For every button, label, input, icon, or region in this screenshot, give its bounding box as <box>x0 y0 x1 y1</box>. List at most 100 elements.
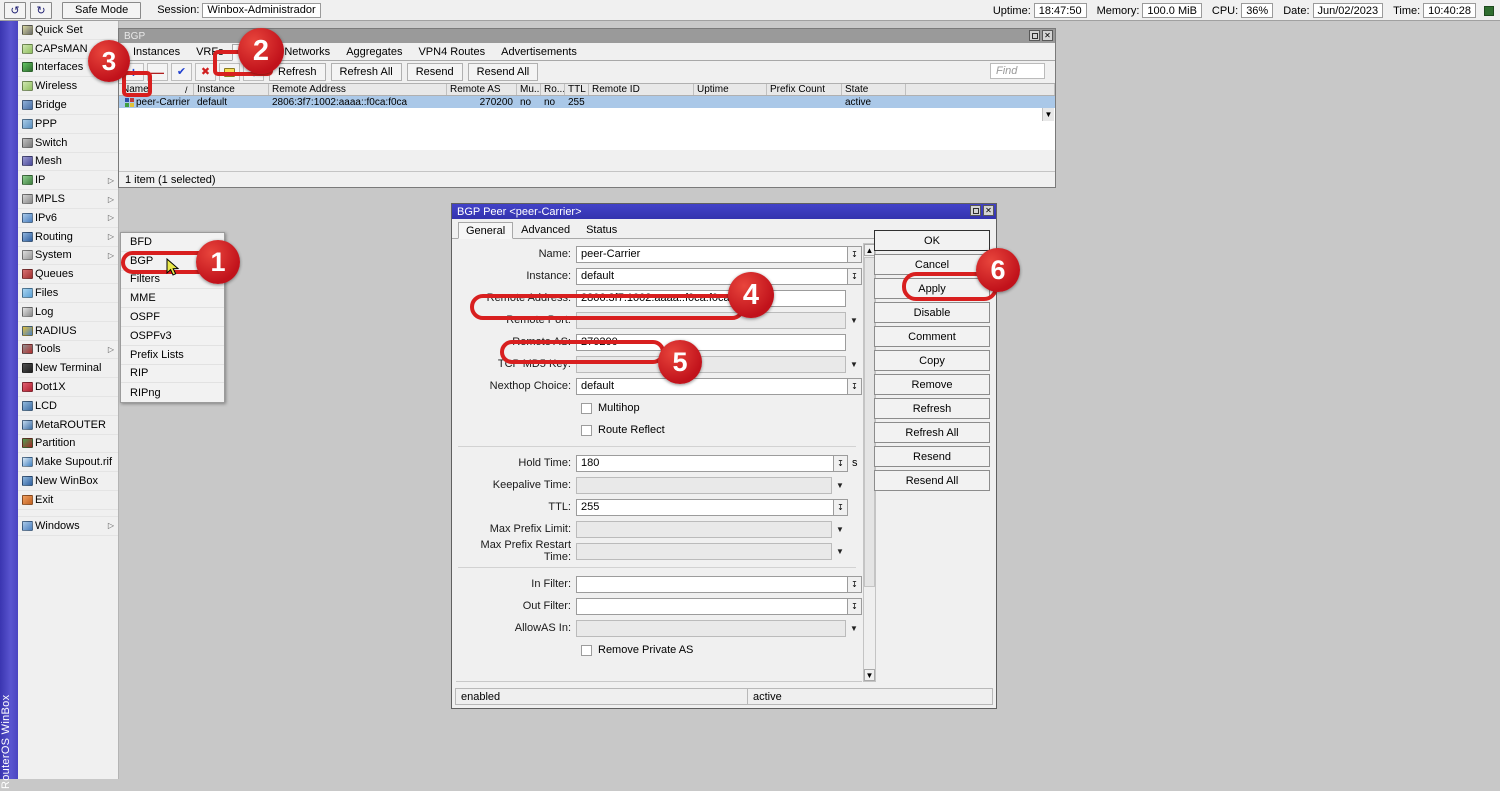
field-input-ttl[interactable]: 255 <box>576 499 834 516</box>
sidebar-item-windows[interactable]: Windows▷ <box>18 517 118 536</box>
peer-tab-status[interactable]: Status <box>578 221 625 238</box>
sidebar-item-mesh[interactable]: Mesh <box>18 153 118 172</box>
sidebar-item-dot1x[interactable]: Dot1X <box>18 378 118 397</box>
sidebar-item-exit[interactable]: Exit <box>18 491 118 510</box>
routing-submenu-item-mme[interactable]: MME <box>121 289 224 308</box>
refresh-all-button[interactable]: Refresh All <box>331 63 402 81</box>
redo-icon[interactable]: ↻ <box>30 2 52 19</box>
close-icon[interactable]: ✕ <box>1042 30 1053 41</box>
maximize-icon[interactable] <box>1029 30 1040 41</box>
sidebar-item-routing[interactable]: Routing▷ <box>18 228 118 247</box>
remove-button[interactable]: — <box>147 63 168 81</box>
checkbox-multihop[interactable] <box>581 403 592 414</box>
chevron-down-icon[interactable]: ▼ <box>832 543 848 560</box>
sidebar-item-lcd[interactable]: LCD <box>18 397 118 416</box>
spinner-icon[interactable]: ↧ <box>848 378 862 395</box>
field-input-allowas-in[interactable] <box>576 620 846 637</box>
peer-tab-advanced[interactable]: Advanced <box>513 221 578 238</box>
resend-all-button[interactable]: Resend All <box>468 63 539 81</box>
dialog-maximize-icon[interactable] <box>970 205 981 216</box>
field-input-instance[interactable]: default <box>576 268 848 285</box>
resend-all-button[interactable]: Resend All <box>874 470 990 491</box>
sidebar-item-tools[interactable]: Tools▷ <box>18 341 118 360</box>
column-chooser-icon[interactable]: ▼ <box>1042 108 1054 121</box>
column-header-prefix-count[interactable]: Prefix Count <box>767 84 842 95</box>
routing-submenu-item-prefix-lists[interactable]: Prefix Lists <box>121 346 224 365</box>
column-header-remote-as[interactable]: Remote AS <box>447 84 517 95</box>
spinner-icon[interactable]: ↧ <box>834 455 848 472</box>
checkbox-remove-private-as[interactable] <box>581 645 592 656</box>
routing-submenu-item-ripng[interactable]: RIPng <box>121 383 224 402</box>
field-input-keepalive-time[interactable] <box>576 477 832 494</box>
apply-button[interactable]: Apply <box>874 278 990 299</box>
column-header-ttl[interactable]: TTL <box>565 84 589 95</box>
table-row[interactable]: peer-Carrierdefault2806:3f7:1002:aaaa::f… <box>119 96 1055 108</box>
field-input-hold-time[interactable]: 180 <box>576 455 834 472</box>
spinner-icon[interactable]: ↧ <box>848 598 862 615</box>
column-header-remote-address[interactable]: Remote Address <box>269 84 447 95</box>
checkbox-route-reflect[interactable] <box>581 425 592 436</box>
column-header-name[interactable]: Name <box>119 84 194 95</box>
safe-mode-button[interactable]: Safe Mode <box>62 2 141 19</box>
cancel-button[interactable]: Cancel <box>874 254 990 275</box>
spinner-icon[interactable]: ↧ <box>848 268 862 285</box>
column-header-ro[interactable]: Ro... <box>541 84 565 95</box>
bgp-tab-vpn4-routes[interactable]: VPN4 Routes <box>410 43 493 60</box>
refresh-button[interactable]: Refresh <box>874 398 990 419</box>
undo-icon[interactable]: ↺ <box>4 2 26 19</box>
column-header-remote-id[interactable]: Remote ID <box>589 84 694 95</box>
sidebar-item-queues[interactable]: Queues <box>18 265 118 284</box>
column-header-instance[interactable]: Instance <box>194 84 269 95</box>
field-input-nexthop-choice[interactable]: default <box>576 378 848 395</box>
find-input[interactable]: Find <box>990 63 1045 79</box>
ok-button[interactable]: OK <box>874 230 990 251</box>
sidebar-item-switch[interactable]: Switch <box>18 134 118 153</box>
bgp-tab-advertisements[interactable]: Advertisements <box>493 43 585 60</box>
sidebar-item-partition[interactable]: Partition <box>18 435 118 454</box>
chevron-down-icon[interactable]: ▼ <box>846 620 862 637</box>
sidebar-item-system[interactable]: System▷ <box>18 247 118 266</box>
routing-submenu-item-ospfv3[interactable]: OSPFv3 <box>121 327 224 346</box>
routing-submenu-item-ospf[interactable]: OSPF <box>121 308 224 327</box>
field-input-remote-as[interactable]: 270200 <box>576 334 846 351</box>
sidebar-item-ppp[interactable]: PPP <box>18 115 118 134</box>
dialog-close-icon[interactable]: ✕ <box>983 205 994 216</box>
sidebar-item-files[interactable]: Files <box>18 284 118 303</box>
checkbox-row-remove-private-as[interactable]: Remove Private AS <box>456 639 862 661</box>
field-input-name[interactable]: peer-Carrier <box>576 246 848 263</box>
column-header-state[interactable]: State <box>842 84 906 95</box>
spinner-icon[interactable]: ↧ <box>848 246 862 263</box>
field-input-max-prefix-limit[interactable] <box>576 521 832 538</box>
disable-button[interactable]: ✖ <box>195 63 216 81</box>
refresh-all-button[interactable]: Refresh All <box>874 422 990 443</box>
sidebar-item-new-terminal[interactable]: New Terminal <box>18 359 118 378</box>
spinner-icon[interactable]: ↧ <box>834 499 848 516</box>
sidebar-item-log[interactable]: Log <box>18 303 118 322</box>
field-input-out-filter[interactable] <box>576 598 848 615</box>
chevron-down-icon[interactable]: ▼ <box>832 477 848 494</box>
checkbox-row-route-reflect[interactable]: Route Reflect <box>456 419 862 441</box>
chevron-down-icon[interactable]: ▼ <box>846 356 862 373</box>
bgp-tab-aggregates[interactable]: Aggregates <box>338 43 410 60</box>
sidebar-item-quick-set[interactable]: Quick Set <box>18 21 118 40</box>
scroll-down-icon[interactable]: ▼ <box>864 669 875 681</box>
comment-button[interactable]: Comment <box>874 326 990 347</box>
checkbox-row-multihop[interactable]: Multihop <box>456 397 862 419</box>
field-input-remote-address[interactable]: 2806:3f7:1002:aaaa::f0ca:f0ca <box>576 290 846 307</box>
field-input-max-prefix-restart-time[interactable] <box>576 543 832 560</box>
sidebar-item-metarouter[interactable]: MetaROUTER <box>18 416 118 435</box>
column-header-uptime[interactable]: Uptime <box>694 84 767 95</box>
chevron-down-icon[interactable]: ▼ <box>832 521 848 538</box>
sidebar-item-ip[interactable]: IP▷ <box>18 171 118 190</box>
enable-button[interactable]: ✔ <box>171 63 192 81</box>
disable-button[interactable]: Disable <box>874 302 990 323</box>
sidebar-item-ipv6[interactable]: IPv6▷ <box>18 209 118 228</box>
remove-button[interactable]: Remove <box>874 374 990 395</box>
routing-submenu-item-rip[interactable]: RIP <box>121 365 224 384</box>
peer-tab-general[interactable]: General <box>458 222 513 239</box>
field-input-remote-port[interactable] <box>576 312 846 329</box>
spinner-icon[interactable]: ↧ <box>848 576 862 593</box>
resend-button[interactable]: Resend <box>407 63 463 81</box>
session-value[interactable]: Winbox-Administrador <box>202 3 320 18</box>
column-header-mu[interactable]: Mu... <box>517 84 541 95</box>
